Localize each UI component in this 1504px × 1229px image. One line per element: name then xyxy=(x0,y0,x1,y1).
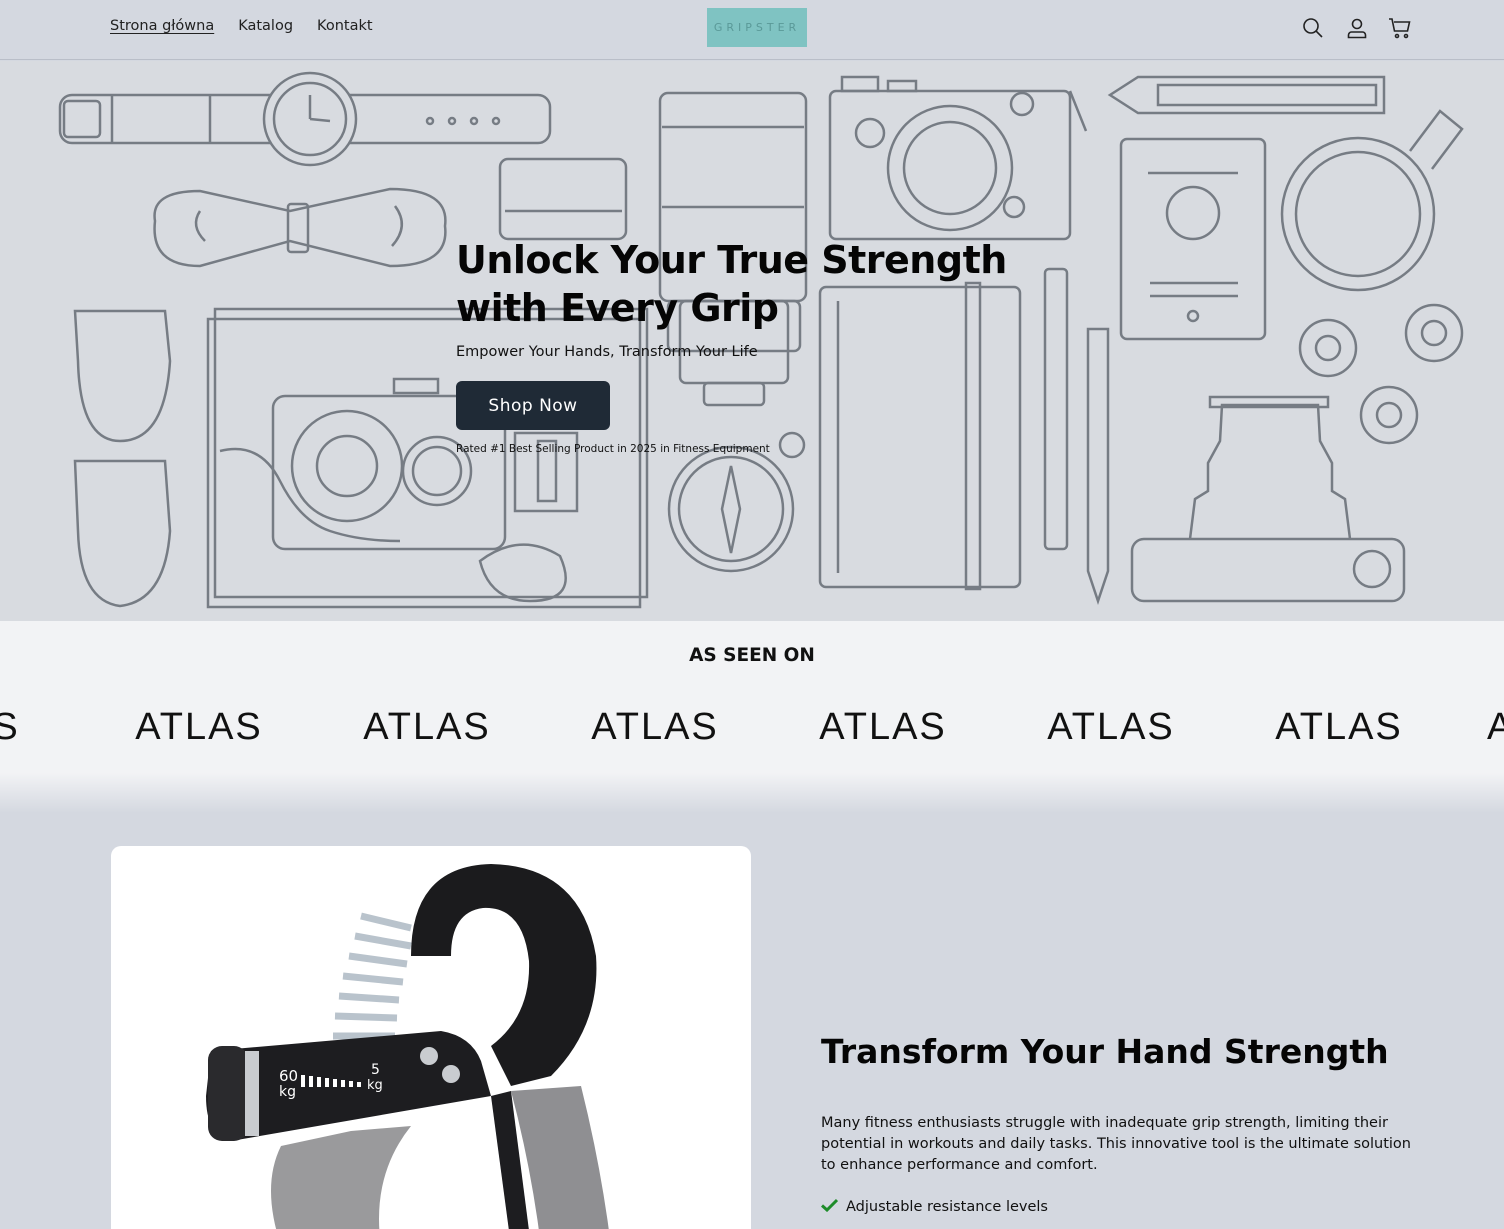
gauge-min-unit: kg xyxy=(367,1078,383,1093)
account-icon[interactable] xyxy=(1345,16,1369,40)
as-seen-on-section: AS SEEN ON ATLAS ATLAS ATLAS ATLAS ATLAS… xyxy=(0,621,1504,773)
feature-bullet: Adjustable resistance levels xyxy=(820,1198,1048,1216)
search-icon[interactable] xyxy=(1301,16,1325,40)
cart-icon[interactable] xyxy=(1388,16,1412,40)
press-logo-text: ATLAS xyxy=(135,706,263,748)
shop-now-button[interactable]: Shop Now xyxy=(456,381,610,430)
product-image-card: 60 kg 5 kg xyxy=(111,846,751,1229)
site-header: Strona główna Katalog Kontakt GRIPSTER xyxy=(0,0,1504,60)
hand-gripper-image: 60 kg 5 kg xyxy=(206,864,609,1229)
hero-title: Unlock Your True Strength with Every Gri… xyxy=(456,238,1007,330)
brand-logo[interactable]: GRIPSTER xyxy=(707,8,807,47)
press-logo: ATLAS xyxy=(0,706,36,749)
press-logo: ATLAS xyxy=(803,706,963,749)
gauge-max-unit: kg xyxy=(279,1084,296,1100)
hero-subtitle: Empower Your Hands, Transform Your Life xyxy=(456,344,758,360)
press-logo-text: ATLAS xyxy=(363,706,491,748)
press-logo-text: ATLAS xyxy=(1047,706,1175,748)
feature-bullet-text: Adjustable resistance levels xyxy=(846,1199,1048,1215)
nav-link-home[interactable]: Strona główna xyxy=(110,18,214,34)
press-logo: ATLAS xyxy=(575,706,735,749)
press-logo-marquee: ATLAS ATLAS ATLAS ATLAS ATLAS ATLAS ATLA… xyxy=(0,706,1504,766)
hero-rating-text: Rated #1 Best Selling Product in 2025 in… xyxy=(456,443,770,455)
press-logo-text: ATLAS xyxy=(591,706,719,748)
as-seen-on-title: AS SEEN ON xyxy=(689,645,815,666)
nav-link-catalog[interactable]: Katalog xyxy=(238,18,293,34)
press-logo: ATLAS xyxy=(347,706,507,749)
hero-banner: Unlock Your True Strength with Every Gri… xyxy=(0,61,1504,621)
checkmark-icon xyxy=(820,1198,839,1216)
press-logo-text: ATLAS xyxy=(1275,706,1403,748)
press-logo-text: ATLAS xyxy=(0,706,20,748)
nav-link-contact[interactable]: Kontakt xyxy=(317,18,373,34)
press-logo-text: ATLAS xyxy=(819,706,947,748)
press-logo: ATLAS xyxy=(1031,706,1191,749)
main-nav: Strona główna Katalog Kontakt xyxy=(110,18,373,34)
press-logo: ATLAS xyxy=(1259,706,1419,749)
gauge-min-label: 5 xyxy=(371,1062,380,1078)
press-logo: ATLAS xyxy=(1487,706,1504,749)
press-logo: ATLAS xyxy=(119,706,279,749)
section-divider-gradient xyxy=(0,773,1504,813)
press-logo-text: ATLAS xyxy=(1487,706,1504,748)
hero-content: Unlock Your True Strength with Every Gri… xyxy=(456,236,1076,455)
gauge-max-label: 60 xyxy=(279,1067,298,1085)
feature-description: Many fitness enthusiasts struggle with i… xyxy=(821,1115,1411,1173)
feature-title: Transform Your Hand Strength xyxy=(821,1032,1389,1071)
brand-logo-text: GRIPSTER xyxy=(713,21,801,34)
